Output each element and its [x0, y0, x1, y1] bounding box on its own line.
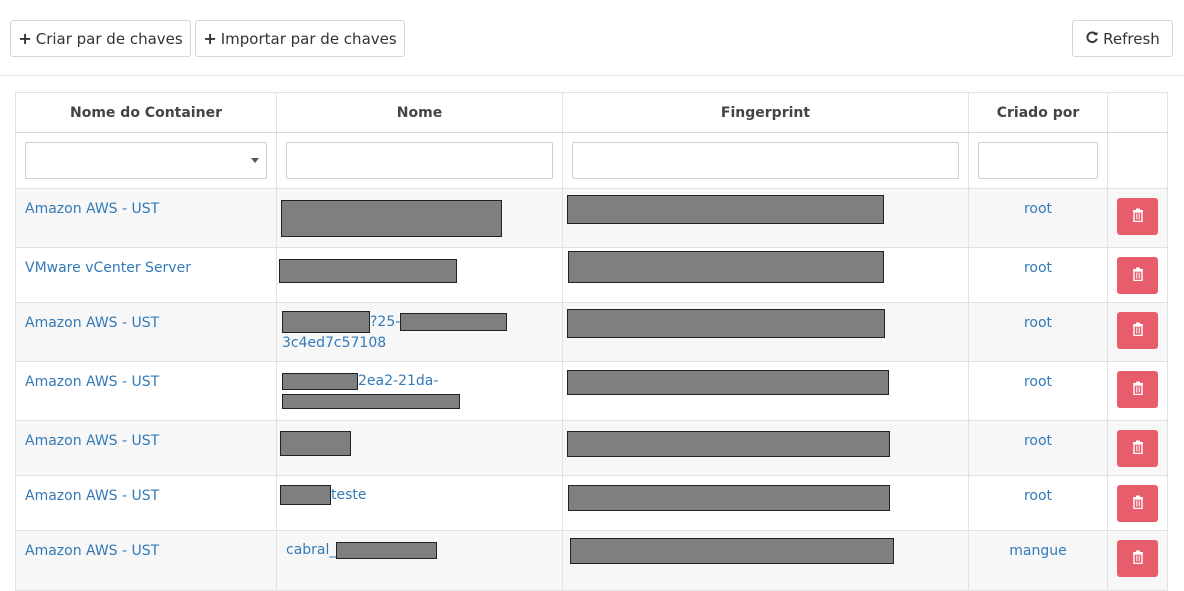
container-link[interactable]: Amazon AWS - UST	[16, 362, 276, 390]
col-header-actions	[1107, 92, 1168, 133]
table-row: Amazon AWS - UST root	[15, 420, 1168, 476]
key-name-link[interactable]: teste	[277, 476, 562, 505]
created-by-link[interactable]: root	[969, 476, 1107, 504]
col-header-fingerprint[interactable]: Fingerprint	[562, 92, 969, 133]
redacted-fingerprint	[567, 195, 884, 224]
container-link[interactable]: Amazon AWS - UST	[16, 303, 276, 331]
delete-button[interactable]	[1117, 430, 1158, 467]
created-by-link[interactable]: root	[969, 189, 1107, 217]
create-keypair-label: Criar par de chaves	[35, 29, 183, 48]
created-by-link[interactable]: root	[969, 421, 1107, 449]
caret-down-icon	[251, 158, 259, 163]
redacted-name	[281, 200, 502, 237]
table-row: Amazon AWS - UST ?25- 3c4ed7c57108 root	[15, 302, 1168, 362]
key-name-text: teste	[331, 487, 367, 503]
plus-icon: +	[203, 28, 217, 48]
fingerprint-filter-input[interactable]	[572, 142, 959, 179]
created-by-filter-input[interactable]	[978, 142, 1098, 179]
trash-icon	[1132, 208, 1144, 225]
name-filter-input[interactable]	[286, 142, 553, 179]
delete-button[interactable]	[1117, 540, 1158, 577]
redacted-name	[280, 431, 351, 456]
table-header-row: Nome do Container Nome Fingerprint Criad…	[15, 92, 1168, 133]
container-link[interactable]: Amazon AWS - UST	[16, 531, 276, 559]
refresh-button[interactable]: Refresh	[1072, 20, 1173, 57]
redacted-fingerprint	[567, 431, 890, 457]
import-keypair-button[interactable]: + Importar par de chaves	[195, 20, 405, 57]
trash-icon	[1132, 440, 1144, 457]
delete-button[interactable]	[1117, 312, 1158, 349]
col-header-container[interactable]: Nome do Container	[15, 92, 277, 133]
redacted-fingerprint	[568, 485, 890, 511]
created-by-link[interactable]: mangue	[969, 531, 1107, 559]
table-row: Amazon AWS - UST teste root	[15, 475, 1168, 531]
table-row: Amazon AWS - UST cabral_ mangue	[15, 530, 1168, 591]
redacted-name-part	[280, 485, 331, 505]
container-link[interactable]: Amazon AWS - UST	[16, 421, 276, 449]
container-filter-select[interactable]	[25, 142, 267, 179]
container-link[interactable]: VMware vCenter Server	[16, 248, 276, 276]
trash-icon	[1132, 267, 1144, 284]
key-name-text: 2ea2-21da-	[358, 373, 439, 389]
trash-icon	[1132, 322, 1144, 339]
key-name-text: ?25-	[370, 314, 401, 330]
created-by-link[interactable]: root	[969, 303, 1107, 331]
created-by-link[interactable]: root	[969, 362, 1107, 390]
redacted-name-part	[282, 372, 358, 390]
key-name-link[interactable]: 2ea2-21da-	[277, 362, 562, 411]
table-row: Amazon AWS - UST 2ea2-21da- root	[15, 361, 1168, 421]
toolbar: + Criar par de chaves + Importar par de …	[0, 0, 1184, 76]
redacted-name-part	[336, 541, 438, 559]
filter-row	[15, 132, 1168, 189]
key-name-text: cabral_	[286, 542, 337, 558]
container-link[interactable]: Amazon AWS - UST	[16, 189, 276, 217]
redacted-name-part	[282, 311, 370, 333]
created-by-link[interactable]: root	[969, 248, 1107, 276]
redacted-fingerprint	[570, 538, 894, 564]
redacted-name	[279, 259, 457, 283]
delete-button[interactable]	[1117, 485, 1158, 522]
delete-button[interactable]	[1117, 257, 1158, 294]
trash-icon	[1132, 495, 1144, 512]
redacted-name-part	[400, 313, 508, 331]
container-link[interactable]: Amazon AWS - UST	[16, 476, 276, 504]
col-header-created-by[interactable]: Criado por	[968, 92, 1108, 133]
col-header-name[interactable]: Nome	[276, 92, 563, 133]
table-row: Amazon AWS - UST root	[15, 188, 1168, 248]
delete-button[interactable]	[1117, 371, 1158, 408]
key-name-text: 3c4ed7c57108	[282, 335, 387, 351]
redacted-fingerprint	[568, 251, 884, 283]
redacted-fingerprint	[567, 370, 889, 395]
import-keypair-label: Importar par de chaves	[220, 29, 397, 48]
key-name-link[interactable]: ?25- 3c4ed7c57108	[277, 303, 562, 353]
delete-button[interactable]	[1117, 198, 1158, 235]
table-row: VMware vCenter Server root	[15, 247, 1168, 303]
trash-icon	[1132, 550, 1144, 567]
redacted-fingerprint	[567, 309, 885, 338]
refresh-label: Refresh	[1103, 29, 1160, 48]
create-keypair-button[interactable]: + Criar par de chaves	[10, 20, 191, 57]
refresh-icon	[1085, 30, 1099, 48]
redacted-name-part	[282, 393, 460, 409]
trash-icon	[1132, 381, 1144, 398]
plus-icon: +	[18, 28, 32, 48]
key-name-link[interactable]: cabral_	[277, 531, 562, 560]
keypairs-table: Nome do Container Nome Fingerprint Criad…	[15, 92, 1168, 591]
